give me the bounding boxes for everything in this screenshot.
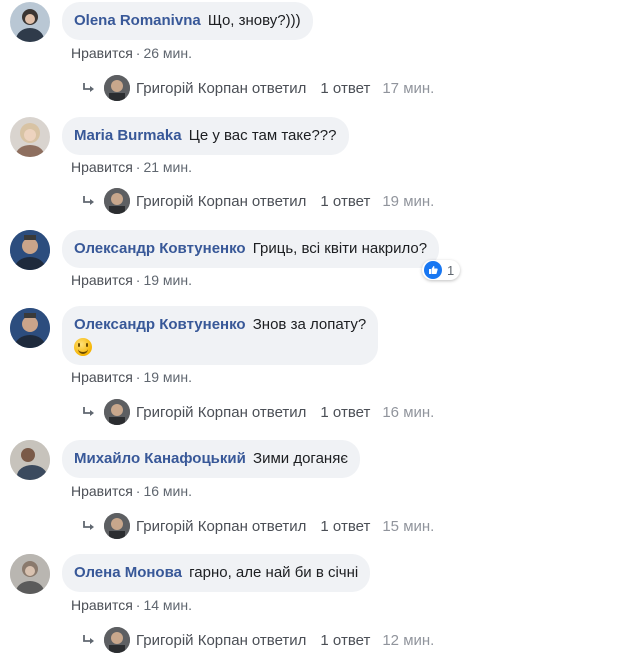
reply-count: 1 ответ <box>320 192 371 210</box>
comment-author[interactable]: Олександр Ковтуненко <box>74 240 246 257</box>
comment-time[interactable]: 19 мин. <box>143 369 192 385</box>
reply-time: 12 мин. <box>382 631 435 649</box>
reply-count: 1 ответ <box>320 79 371 97</box>
avatar[interactable] <box>10 308 50 348</box>
replier-name[interactable]: Григорій Корпан <box>136 80 248 97</box>
smile-emoji-icon <box>74 338 92 356</box>
comment-bubble: Михайло Канафоцький Зими доганяє <box>62 440 360 478</box>
comment-bubble: Олександр Ковтуненко Знов за лопату? <box>62 306 379 365</box>
person-avatar-icon <box>10 554 50 594</box>
replier-name[interactable]: Григорій Корпан <box>136 518 248 535</box>
comment-meta: Нравится · 26 мин. <box>71 45 192 61</box>
comment-bubble: Maria Burmaka Це у вас там таке??? <box>62 117 349 155</box>
reply-time: 15 мин. <box>382 517 435 535</box>
replies-link[interactable]: Григорій Корпан ответил 1 ответ 15 мин. <box>82 513 434 539</box>
comment-time[interactable]: 26 мин. <box>143 45 192 61</box>
reply-verb: ответил <box>251 631 307 649</box>
avatar[interactable] <box>10 230 50 270</box>
replier-avatar <box>104 627 130 653</box>
thumbs-up-icon <box>424 261 442 279</box>
like-link[interactable]: Нравится <box>71 369 133 385</box>
avatar[interactable] <box>10 2 50 42</box>
reply-verb: ответил <box>251 517 307 535</box>
comment-author[interactable]: Олена Монова <box>74 564 182 581</box>
comment-text: Що, знову?))) <box>207 12 301 29</box>
comment-author[interactable]: Olena Romanivna <box>74 12 201 29</box>
comment-meta: Нравится · 21 мин. <box>71 159 192 175</box>
reply-count: 1 ответ <box>320 631 371 649</box>
reply-count: 1 ответ <box>320 517 371 535</box>
reply-arrow-icon <box>83 83 94 92</box>
comment-text: гарно, але най би в січні <box>189 564 359 581</box>
comment-text: Зими доганяє <box>253 450 348 467</box>
reactions-badge[interactable]: 1 <box>422 260 461 280</box>
reply-time: 19 мин. <box>382 192 435 210</box>
replier-avatar <box>104 75 130 101</box>
comment-text: Гриць, всі квіти накрило? <box>252 240 428 257</box>
reply-arrow-icon <box>83 196 94 205</box>
person-avatar-icon <box>16 123 44 157</box>
like-link[interactable]: Нравится <box>71 483 133 499</box>
reply-verb: ответил <box>251 79 307 97</box>
comment-meta: Нравится · 14 мин. <box>71 597 192 613</box>
person-avatar-icon <box>10 440 50 480</box>
comment-author[interactable]: Михайло Канафоцький <box>74 450 246 467</box>
reply-arrow-icon <box>83 635 94 644</box>
replier-avatar <box>104 513 130 539</box>
reply-verb: ответил <box>251 192 307 210</box>
replier-name[interactable]: Григорій Корпан <box>136 404 248 421</box>
reply-time: 17 мин. <box>382 79 435 97</box>
comment-meta: Нравится · 16 мин. <box>71 483 192 499</box>
person-avatar-icon <box>10 308 50 348</box>
comment-text: Знов за лопату? <box>252 316 367 333</box>
reply-arrow-icon <box>83 407 94 416</box>
replies-link[interactable]: Григорій Корпан ответил 1 ответ 16 мин. <box>82 399 434 425</box>
comment-meta: Нравится · 19 мин. <box>71 272 192 288</box>
comment-author[interactable]: Maria Burmaka <box>74 127 182 144</box>
replies-link[interactable]: Григорій Корпан ответил 1 ответ 19 мин. <box>82 188 434 214</box>
like-link[interactable]: Нравится <box>71 159 133 175</box>
replies-link[interactable]: Григорій Корпан ответил 1 ответ 12 мин. <box>82 627 434 653</box>
like-link[interactable]: Нравится <box>71 272 133 288</box>
person-avatar-icon <box>16 9 44 42</box>
comment-author[interactable]: Олександр Ковтуненко <box>74 316 246 333</box>
reaction-count: 1 <box>447 262 455 278</box>
person-avatar-icon <box>10 230 50 270</box>
reply-time: 16 мин. <box>382 403 435 421</box>
comment-bubble: Олександр Ковтуненко Гриць, всі квіти на… <box>62 230 440 268</box>
replier-name[interactable]: Григорій Корпан <box>136 632 248 649</box>
comment-text: Це у вас там таке??? <box>188 127 337 144</box>
like-link[interactable]: Нравится <box>71 45 133 61</box>
replier-name[interactable]: Григорій Корпан <box>136 193 248 210</box>
comment-meta: Нравится · 19 мин. <box>71 369 192 385</box>
comment-bubble: Olena Romanivna Що, знову?))) <box>62 2 313 40</box>
reply-count: 1 ответ <box>320 403 371 421</box>
comment-time[interactable]: 14 мин. <box>143 597 192 613</box>
replier-avatar <box>104 399 130 425</box>
replier-avatar <box>104 188 130 214</box>
comment-time[interactable]: 21 мин. <box>143 159 192 175</box>
replies-link[interactable]: Григорій Корпан ответил 1 ответ 17 мин. <box>82 75 434 101</box>
avatar[interactable] <box>10 117 50 157</box>
avatar[interactable] <box>10 440 50 480</box>
reply-verb: ответил <box>251 403 307 421</box>
comment-bubble: Олена Монова гарно, але най би в січні <box>62 554 371 592</box>
avatar[interactable] <box>10 554 50 594</box>
comment-time[interactable]: 19 мин. <box>143 272 192 288</box>
reply-arrow-icon <box>83 521 94 530</box>
comment-time[interactable]: 16 мин. <box>143 483 192 499</box>
like-link[interactable]: Нравится <box>71 597 133 613</box>
